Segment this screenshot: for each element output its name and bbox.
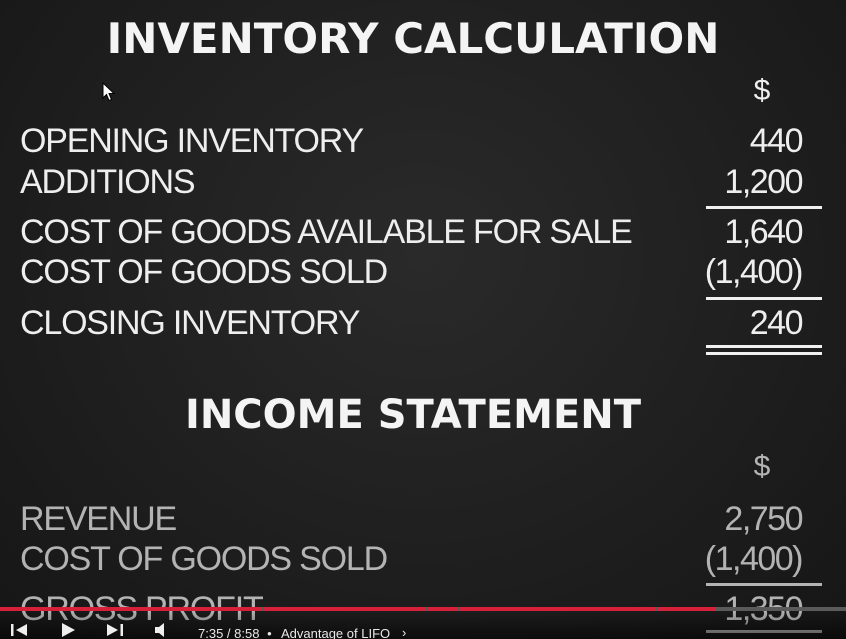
row-value-income-cogs: (1,400) <box>704 540 804 578</box>
double-rule-top <box>706 345 822 348</box>
row-label-opening-inventory: OPENING INVENTORY <box>20 122 364 160</box>
row-value-cogs-available: 1,640 <box>724 213 803 251</box>
progress-bar[interactable] <box>0 607 846 611</box>
income-statement-title: INCOME STATEMENT <box>184 392 642 438</box>
chapter-marker <box>426 607 428 611</box>
inventory-title: INVENTORY CALCULATION <box>106 14 720 63</box>
chevron-right-icon[interactable]: › <box>402 626 406 639</box>
row-value-opening-inventory: 440 <box>749 122 804 160</box>
time-current-duration: 7:35 / 8:58 <box>198 626 260 639</box>
chapter-marker <box>458 607 460 611</box>
subtotal-rule <box>706 206 822 209</box>
row-label-cogs-available: COST OF GOODS AVAILABLE FOR SALE <box>20 213 633 251</box>
total-rule <box>706 297 822 300</box>
next-icon[interactable] <box>104 618 126 639</box>
time-separator: • <box>267 626 272 639</box>
row-label-cogs-sold: COST OF GOODS SOLD <box>20 253 388 291</box>
player-controls-bar <box>0 611 846 639</box>
play-icon[interactable] <box>57 618 79 639</box>
row-value-cogs-sold: (1,400) <box>704 253 804 291</box>
chapter-marker <box>656 607 658 611</box>
row-label-income-cogs: COST OF GOODS SOLD <box>20 540 388 578</box>
inventory-currency-symbol: $ <box>753 74 771 107</box>
row-label-closing-inventory: CLOSING INVENTORY <box>20 304 360 342</box>
mouse-cursor-icon <box>102 82 116 102</box>
row-value-closing-inventory: 240 <box>749 304 804 342</box>
gross-profit-rule <box>706 583 822 586</box>
double-rule-bottom <box>706 352 822 355</box>
row-value-revenue: 2,750 <box>724 500 803 538</box>
time-display: 7:35 / 8:58 • <box>198 627 272 639</box>
row-value-additions: 1,200 <box>724 163 803 201</box>
income-currency-symbol: $ <box>753 450 771 483</box>
row-label-revenue: REVENUE <box>20 500 177 538</box>
chapter-marker <box>262 607 264 611</box>
chapter-title[interactable]: Advantage of LIFO <box>281 627 390 639</box>
video-frame[interactable]: INVENTORY CALCULATION $ OPENING INVENTOR… <box>0 0 846 639</box>
volume-icon[interactable] <box>152 618 174 639</box>
row-label-additions: ADDITIONS <box>20 163 196 201</box>
previous-icon[interactable] <box>8 618 30 639</box>
